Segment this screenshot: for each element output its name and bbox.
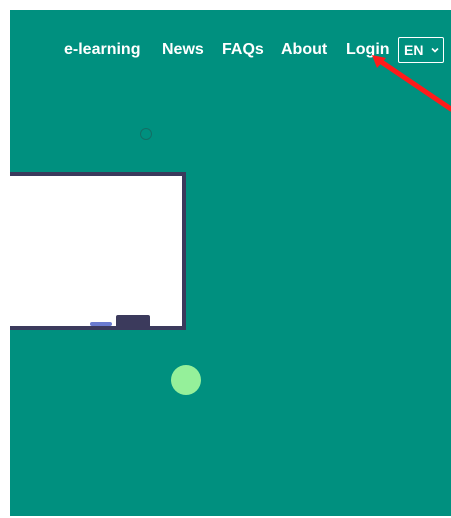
nav-link-elearning[interactable]: e-learning: [64, 40, 140, 60]
marker-icon: [90, 322, 112, 326]
nav-link-about[interactable]: About: [281, 40, 327, 60]
page-background: e-learning News FAQs About Login EN: [10, 10, 451, 516]
decorative-ring-icon: [140, 128, 152, 140]
whiteboard-illustration: [10, 172, 186, 330]
whiteboard-tray: [116, 315, 150, 327]
nav-link-news[interactable]: News: [162, 40, 204, 60]
nav-link-faqs[interactable]: FAQs: [222, 40, 264, 60]
chevron-down-icon: [431, 47, 439, 53]
decorative-dot-icon: [171, 365, 201, 395]
annotation-arrow-icon: [372, 55, 451, 112]
